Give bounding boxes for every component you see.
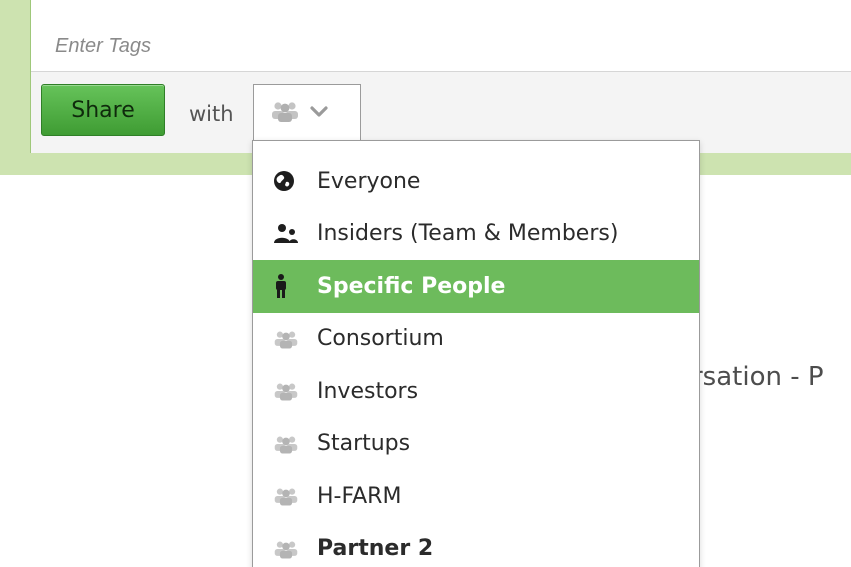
menu-item-label: Everyone [317, 168, 421, 194]
menu-item-label: Investors [317, 378, 419, 404]
menu-item-label: Specific People [317, 273, 506, 299]
page: ersation - P Share with [0, 0, 851, 567]
menu-item-h-farm[interactable]: H-FARM [253, 470, 699, 523]
menu-item-label: Insiders (Team & Members) [317, 221, 619, 247]
group-icon [273, 326, 303, 352]
globe-icon [273, 168, 303, 194]
group-icon [270, 100, 300, 126]
menu-item-partner-2[interactable]: Partner 2 [253, 523, 699, 567]
menu-item-label: H-FARM [317, 483, 402, 509]
menu-item-label: Partner 2 [317, 536, 434, 562]
menu-item-everyone[interactable]: Everyone [253, 155, 699, 208]
menu-item-investors[interactable]: Investors [253, 365, 699, 418]
group-icon [273, 378, 303, 404]
composer-panel: Share with [30, 0, 851, 153]
menu-item-label: Consortium [317, 326, 444, 352]
group-icon [273, 431, 303, 457]
menu-item-insiders[interactable]: Insiders (Team & Members) [253, 208, 699, 261]
menu-item-label: Startups [317, 431, 411, 457]
users-icon [273, 221, 303, 247]
menu-item-specific-people[interactable]: Specific People [253, 260, 699, 313]
tags-input[interactable] [31, 0, 851, 72]
person-icon [273, 273, 303, 299]
with-label: with [189, 102, 234, 126]
group-icon [273, 536, 303, 562]
audience-dropdown-menu: Everyone Insiders (Team & Members) Speci… [252, 140, 700, 567]
group-icon [273, 483, 303, 509]
menu-item-consortium[interactable]: Consortium [253, 313, 699, 366]
audience-dropdown-toggle[interactable] [253, 84, 361, 140]
share-button[interactable]: Share [41, 84, 165, 136]
menu-item-startups[interactable]: Startups [253, 418, 699, 471]
chevron-down-icon [310, 103, 328, 122]
